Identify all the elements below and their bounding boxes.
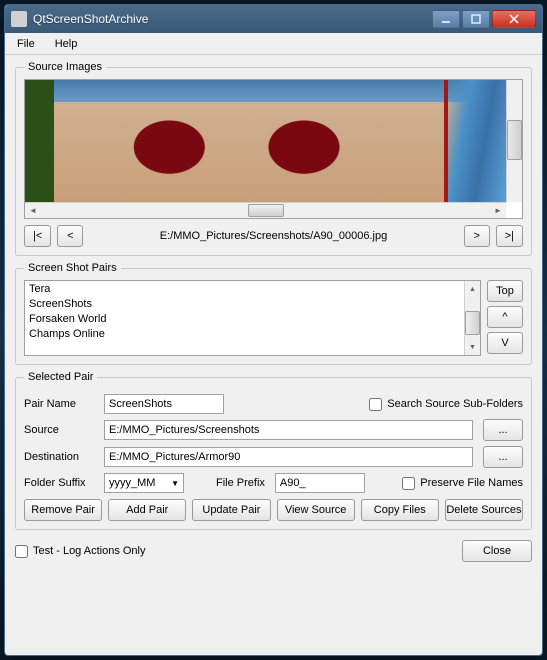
preserve-filenames-label: Preserve File Names	[420, 477, 523, 489]
close-window-button[interactable]	[492, 10, 536, 28]
content-area: Source Images ◄ ► |< < E:/MMO_Pictures/S…	[5, 55, 542, 655]
chevron-down-icon: ▼	[171, 479, 179, 488]
window-controls	[432, 10, 536, 28]
destination-label: Destination	[24, 451, 94, 463]
list-vscrollbar[interactable]: ▲ ▼	[464, 281, 480, 355]
search-subfolders-input[interactable]	[369, 398, 382, 411]
source-images-legend: Source Images	[24, 61, 106, 73]
prev-image-button[interactable]: <	[57, 225, 83, 247]
test-mode-input[interactable]	[15, 545, 28, 558]
copy-files-button[interactable]: Copy Files	[361, 499, 439, 521]
source-images-group: Source Images ◄ ► |< < E:/MMO_Pictures/S…	[15, 61, 532, 256]
footer-row: Test - Log Actions Only Close	[15, 536, 532, 562]
preserve-filenames-input[interactable]	[402, 477, 415, 490]
hscroll-track[interactable]	[41, 203, 490, 218]
image-panel: ◄ ►	[24, 79, 523, 219]
screenshot-preview	[25, 80, 506, 202]
selected-pair-group: Selected Pair Pair Name Search Source Su…	[15, 371, 532, 530]
list-item[interactable]: Champs Online	[25, 326, 464, 341]
view-source-button[interactable]: View Source	[277, 499, 355, 521]
close-button[interactable]: Close	[462, 540, 532, 562]
browse-destination-button[interactable]: ...	[483, 446, 523, 468]
first-image-button[interactable]: |<	[24, 225, 51, 247]
browse-source-button[interactable]: ...	[483, 419, 523, 441]
source-label: Source	[24, 424, 94, 436]
pairs-legend: Screen Shot Pairs	[24, 262, 121, 274]
destination-input[interactable]	[104, 447, 473, 467]
menu-help[interactable]: Help	[45, 33, 88, 54]
last-image-button[interactable]: >|	[496, 225, 523, 247]
add-pair-button[interactable]: Add Pair	[108, 499, 186, 521]
search-subfolders-label: Search Source Sub-Folders	[387, 398, 523, 410]
update-pair-button[interactable]: Update Pair	[192, 499, 270, 521]
maximize-button[interactable]	[462, 10, 490, 28]
image-nav-row: |< < E:/MMO_Pictures/Screenshots/A90_000…	[24, 225, 523, 247]
app-window: QtScreenShotArchive File Help Source Ima…	[4, 4, 543, 656]
app-icon	[11, 11, 27, 27]
image-vscrollbar[interactable]	[506, 80, 522, 202]
pairs-listbox[interactable]: Tera ScreenShots Forsaken World Champs O…	[24, 280, 481, 356]
hscroll-left-icon[interactable]: ◄	[25, 204, 41, 218]
image-hscrollbar[interactable]: ◄ ►	[25, 202, 506, 218]
pair-name-input[interactable]	[104, 394, 224, 414]
preserve-filenames-checkbox[interactable]: Preserve File Names	[402, 477, 523, 490]
menu-file[interactable]: File	[7, 33, 45, 54]
test-mode-label: Test - Log Actions Only	[33, 545, 146, 557]
list-item[interactable]: ScreenShots	[25, 296, 464, 311]
window-title: QtScreenShotArchive	[33, 12, 432, 26]
folder-suffix-value: yyyy_MM	[109, 477, 155, 489]
move-down-button[interactable]: V	[487, 332, 523, 354]
hscroll-right-icon[interactable]: ►	[490, 204, 506, 218]
list-item[interactable]: Forsaken World	[25, 311, 464, 326]
folder-suffix-combo[interactable]: yyyy_MM ▼	[104, 473, 184, 493]
selected-pair-legend: Selected Pair	[24, 371, 97, 383]
titlebar: QtScreenShotArchive	[5, 5, 542, 33]
list-item[interactable]: Tera	[25, 281, 464, 296]
source-input[interactable]	[104, 420, 473, 440]
move-up-button[interactable]: ^	[487, 306, 523, 328]
file-prefix-input[interactable]	[275, 473, 365, 493]
top-button[interactable]: Top	[487, 280, 523, 302]
action-button-row: Remove Pair Add Pair Update Pair View So…	[24, 499, 523, 521]
pairs-side-buttons: Top ^ V	[487, 280, 523, 356]
test-mode-checkbox[interactable]: Test - Log Actions Only	[15, 545, 146, 558]
pair-name-label: Pair Name	[24, 398, 94, 410]
pairs-group: Screen Shot Pairs Tera ScreenShots Forsa…	[15, 262, 532, 365]
file-prefix-label: File Prefix	[216, 477, 265, 489]
hscroll-thumb[interactable]	[248, 204, 284, 217]
list-scroll-thumb[interactable]	[465, 311, 480, 335]
delete-sources-button[interactable]: Delete Sources	[445, 499, 523, 521]
image-path: E:/MMO_Pictures/Screenshots/A90_00006.jp…	[89, 230, 457, 242]
next-image-button[interactable]: >	[464, 225, 490, 247]
folder-suffix-label: Folder Suffix	[24, 477, 94, 489]
scroll-up-icon[interactable]: ▲	[465, 281, 480, 297]
minimize-button[interactable]	[432, 10, 460, 28]
menubar: File Help	[5, 33, 542, 55]
remove-pair-button[interactable]: Remove Pair	[24, 499, 102, 521]
vscroll-thumb[interactable]	[507, 120, 522, 160]
scroll-down-icon[interactable]: ▼	[465, 339, 480, 355]
search-subfolders-checkbox[interactable]: Search Source Sub-Folders	[369, 398, 523, 411]
